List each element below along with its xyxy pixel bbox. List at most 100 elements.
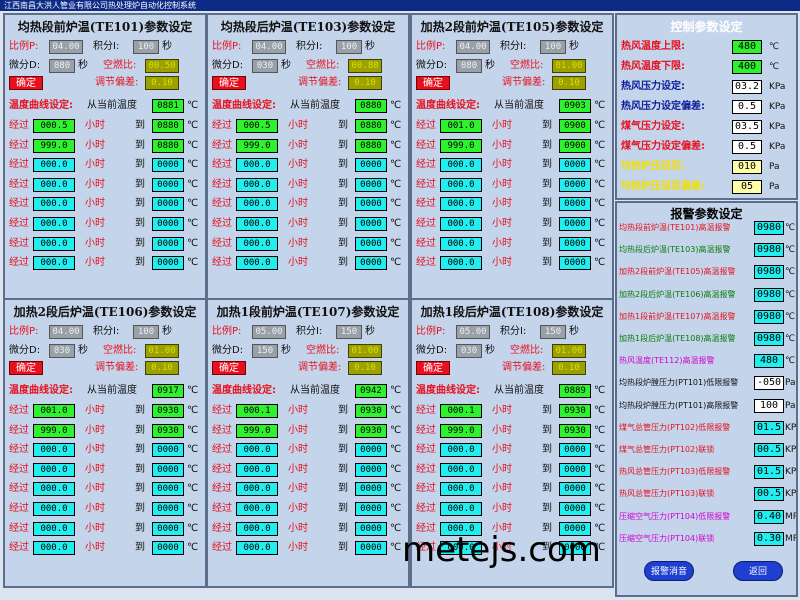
alarm-param-field[interactable]: 0.30 xyxy=(754,531,784,546)
hours-field[interactable]: 000.0 xyxy=(33,236,75,251)
confirm-button[interactable]: 确定 xyxy=(416,361,450,375)
d-field[interactable]: 030 xyxy=(49,344,75,358)
hours-field[interactable]: 000.0 xyxy=(440,177,482,192)
alarm-param-field[interactable]: 0980 xyxy=(754,221,784,235)
target-temp-field[interactable]: 0000 xyxy=(355,443,387,458)
deviation-field[interactable]: 0.10 xyxy=(348,361,382,375)
i-field[interactable]: 100 xyxy=(133,40,159,54)
current-temp-field[interactable]: 0889 xyxy=(559,384,591,398)
current-temp-field[interactable]: 0880 xyxy=(355,99,387,113)
hours-field[interactable]: 000.0 xyxy=(440,256,482,271)
target-temp-field[interactable]: 0000 xyxy=(152,521,184,536)
hours-field[interactable]: 000.0 xyxy=(33,502,75,516)
i-field[interactable]: 150 xyxy=(540,325,566,339)
target-temp-field[interactable]: 0000 xyxy=(559,236,591,251)
hours-field[interactable]: 000.0 xyxy=(236,217,278,231)
target-temp-field[interactable]: 0000 xyxy=(152,462,184,477)
confirm-button[interactable]: 确定 xyxy=(212,76,246,90)
hours-field[interactable]: 000.0 xyxy=(236,158,278,173)
d-field[interactable]: 080 xyxy=(456,59,482,73)
hours-field[interactable]: 000.0 xyxy=(236,236,278,251)
hours-field[interactable]: 000.0 xyxy=(33,217,75,231)
target-temp-field[interactable]: 0000 xyxy=(559,158,591,173)
hours-field[interactable]: 000.0 xyxy=(440,462,482,477)
hours-field[interactable]: 000.0 xyxy=(33,256,75,271)
air-ratio-field[interactable]: 00.80 xyxy=(348,59,382,73)
control-param-field[interactable]: 010 xyxy=(732,160,762,174)
target-temp-field[interactable]: 0880 xyxy=(152,138,184,153)
target-temp-field[interactable]: 0880 xyxy=(355,138,387,153)
hours-field[interactable]: 000.0 xyxy=(440,217,482,231)
deviation-field[interactable]: 0.10 xyxy=(145,361,179,375)
air-ratio-field[interactable]: 01.00 xyxy=(145,344,179,358)
current-temp-field[interactable]: 0881 xyxy=(152,99,184,113)
target-temp-field[interactable]: 0000 xyxy=(152,158,184,173)
p-field[interactable]: 05.00 xyxy=(252,325,286,339)
alarm-param-field[interactable]: 100 xyxy=(754,398,784,413)
target-temp-field[interactable]: 0930 xyxy=(559,423,591,438)
target-temp-field[interactable]: 0000 xyxy=(152,217,184,231)
i-field[interactable]: 100 xyxy=(540,40,566,54)
hours-field[interactable]: 000.0 xyxy=(33,482,75,497)
alarm-param-field[interactable]: 00.5 xyxy=(754,443,784,457)
hours-field[interactable]: 000.0 xyxy=(440,236,482,251)
target-temp-field[interactable]: 0000 xyxy=(152,177,184,192)
hours-field[interactable]: 999.0 xyxy=(440,423,482,438)
p-field[interactable]: 04.00 xyxy=(49,40,83,54)
target-temp-field[interactable]: 0000 xyxy=(355,482,387,497)
hours-field[interactable]: 000.0 xyxy=(33,443,75,458)
confirm-button[interactable]: 确定 xyxy=(212,361,246,375)
control-param-field[interactable]: 0.5 xyxy=(732,140,762,154)
hours-field[interactable]: 000.0 xyxy=(440,158,482,173)
target-temp-field[interactable]: 0000 xyxy=(152,256,184,271)
target-temp-field[interactable]: 0000 xyxy=(559,462,591,477)
p-field[interactable]: 04.00 xyxy=(252,40,286,54)
target-temp-field[interactable]: 0000 xyxy=(355,541,387,556)
d-field[interactable]: 030 xyxy=(252,59,278,73)
hours-field[interactable]: 999.0 xyxy=(236,138,278,153)
deviation-field[interactable]: 0.10 xyxy=(552,76,586,90)
target-temp-field[interactable]: 0000 xyxy=(559,502,591,516)
hours-field[interactable]: 000.1 xyxy=(236,404,278,418)
hours-field[interactable]: 000.0 xyxy=(33,158,75,173)
d-field[interactable]: 080 xyxy=(49,59,75,73)
hours-field[interactable]: 000.0 xyxy=(33,197,75,212)
hours-field[interactable]: 000.0 xyxy=(33,521,75,536)
i-field[interactable]: 100 xyxy=(133,325,159,339)
hours-field[interactable]: 000.0 xyxy=(440,502,482,516)
hours-field[interactable]: 000.1 xyxy=(440,404,482,418)
hours-field[interactable]: 999.0 xyxy=(33,423,75,438)
target-temp-field[interactable]: 0930 xyxy=(355,404,387,418)
hours-field[interactable]: 000.0 xyxy=(236,462,278,477)
target-temp-field[interactable]: 0000 xyxy=(152,482,184,497)
hours-field[interactable]: 000.0 xyxy=(33,462,75,477)
control-param-field[interactable]: 05 xyxy=(732,180,762,194)
target-temp-field[interactable]: 0000 xyxy=(559,197,591,212)
deviation-field[interactable]: 0.10 xyxy=(552,361,586,375)
back-button[interactable]: 返回 xyxy=(733,561,783,581)
alarm-param-field[interactable]: 0980 xyxy=(754,265,784,280)
deviation-field[interactable]: 0.10 xyxy=(348,76,382,90)
air-ratio-field[interactable]: 01.00 xyxy=(552,59,586,73)
target-temp-field[interactable]: 0930 xyxy=(355,423,387,438)
target-temp-field[interactable]: 0000 xyxy=(152,541,184,556)
i-field[interactable]: 100 xyxy=(336,40,362,54)
target-temp-field[interactable]: 0880 xyxy=(355,119,387,133)
confirm-button[interactable]: 确定 xyxy=(9,76,43,90)
air-ratio-field[interactable]: 00.50 xyxy=(145,59,179,73)
target-temp-field[interactable]: 0880 xyxy=(152,119,184,133)
alarm-mute-button[interactable]: 报警消音 xyxy=(644,561,694,581)
target-temp-field[interactable]: 0930 xyxy=(152,423,184,438)
target-temp-field[interactable]: 0000 xyxy=(355,217,387,231)
alarm-param-field[interactable]: 00.5 xyxy=(754,487,784,502)
current-temp-field[interactable]: 0903 xyxy=(559,99,591,113)
target-temp-field[interactable]: 0000 xyxy=(355,256,387,271)
hours-field[interactable]: 001.0 xyxy=(33,404,75,418)
hours-field[interactable]: 000.5 xyxy=(33,119,75,133)
hours-field[interactable]: 000.5 xyxy=(236,119,278,133)
target-temp-field[interactable]: 0000 xyxy=(559,177,591,192)
p-field[interactable]: 04.00 xyxy=(49,325,83,339)
hours-field[interactable]: 000.0 xyxy=(236,443,278,458)
hours-field[interactable]: 000.0 xyxy=(33,541,75,556)
air-ratio-field[interactable]: 01.00 xyxy=(348,344,382,358)
